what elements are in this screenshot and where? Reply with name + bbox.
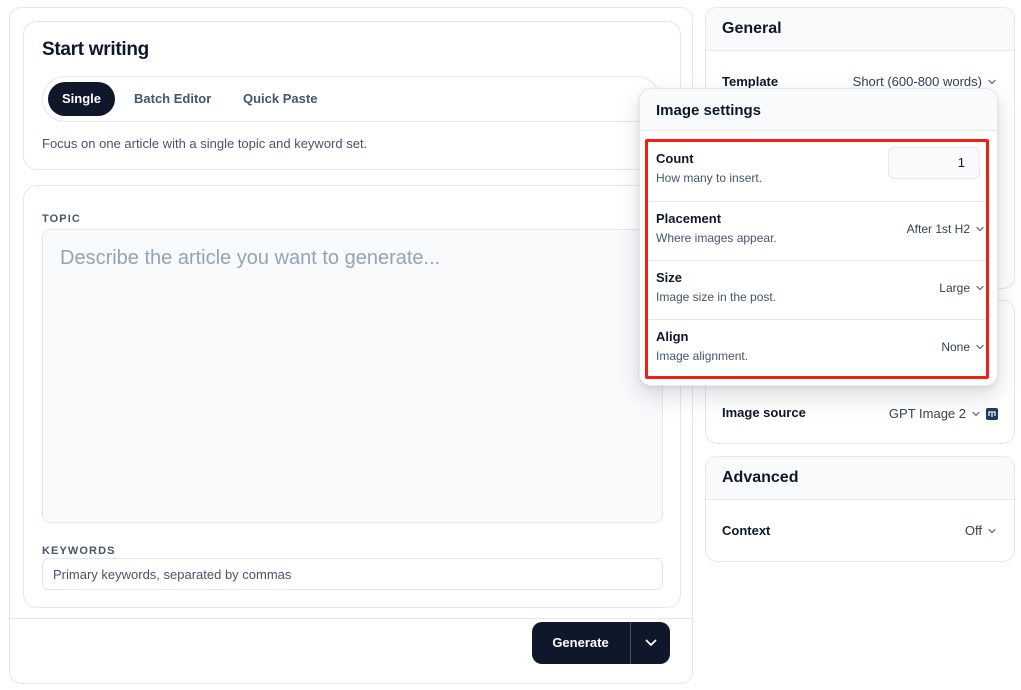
general-title: General xyxy=(722,20,782,37)
placement-select[interactable]: After 1st H2 xyxy=(907,222,984,236)
article-form-card: TOPIC Describe the article you want to g… xyxy=(23,185,681,608)
placement-label: Placement xyxy=(656,211,722,226)
chevron-down-icon xyxy=(976,344,984,350)
placement-value: After 1st H2 xyxy=(906,222,970,236)
template-select[interactable]: Short (600-800 words) xyxy=(853,74,996,89)
align-select[interactable]: None xyxy=(941,340,984,354)
image-settings-title: Image settings xyxy=(656,102,762,119)
image-source-label: Image source xyxy=(722,405,806,420)
image-model-icon xyxy=(986,407,998,420)
generate-button-label: Generate xyxy=(552,635,609,650)
align-row: Align Image alignment. None xyxy=(648,319,986,378)
keywords-placeholder: Primary keywords, separated by commas xyxy=(53,567,292,582)
context-label: Context xyxy=(722,523,771,538)
keywords-input[interactable]: Primary keywords, separated by commas xyxy=(42,558,663,590)
align-value: None xyxy=(941,340,970,354)
chevron-down-icon xyxy=(645,639,656,646)
size-row: Size Image size in the post. Large xyxy=(648,260,986,319)
chevron-down-icon xyxy=(972,411,980,416)
chevron-down-icon xyxy=(976,226,984,232)
size-select[interactable]: Large xyxy=(939,281,984,295)
size-value: Large xyxy=(939,281,970,295)
highlight-box: Count How many to insert. 1 Placement Wh… xyxy=(645,139,989,379)
advanced-title: Advanced xyxy=(722,469,799,486)
count-row: Count How many to insert. 1 xyxy=(648,142,986,201)
page-title: Start writing xyxy=(42,39,149,60)
placement-description: Where images appear. xyxy=(656,231,777,245)
count-description: How many to insert. xyxy=(656,171,763,185)
generate-options-button[interactable] xyxy=(631,622,670,664)
template-value: Short (600-800 words) xyxy=(852,74,982,89)
mode-tabs: Single Batch Editor Quick Paste xyxy=(42,76,660,122)
size-description: Image size in the post. xyxy=(656,290,777,304)
chevron-down-icon xyxy=(988,528,996,533)
footer-divider xyxy=(10,618,692,619)
main-panel: Start writing Single Batch Editor Quick … xyxy=(9,7,693,684)
keywords-label: KEYWORDS xyxy=(42,545,116,557)
size-label: Size xyxy=(656,270,683,285)
generate-button[interactable]: Generate xyxy=(532,622,670,664)
count-label: Count xyxy=(656,151,694,166)
topic-textarea[interactable]: Describe the article you want to generat… xyxy=(42,229,663,523)
image-settings-header: Image settings xyxy=(640,89,997,131)
start-writing-card: Start writing Single Batch Editor Quick … xyxy=(23,21,681,170)
context-value: Off xyxy=(964,523,982,538)
chevron-down-icon xyxy=(988,79,996,84)
tab-batch-editor[interactable]: Batch Editor xyxy=(120,82,225,116)
advanced-header: Advanced xyxy=(706,457,1014,500)
image-settings-popover: Image settings Count How many to insert.… xyxy=(639,88,998,386)
general-header: General xyxy=(706,8,1014,51)
image-source-value: GPT Image 2 xyxy=(888,406,966,421)
context-select[interactable]: Off xyxy=(965,523,996,538)
tab-quick-paste[interactable]: Quick Paste xyxy=(229,82,331,116)
chevron-down-icon xyxy=(976,285,984,291)
topic-placeholder: Describe the article you want to generat… xyxy=(60,247,441,269)
align-label: Align xyxy=(656,329,689,344)
template-label: Template xyxy=(722,74,779,89)
count-input[interactable]: 1 xyxy=(888,147,980,179)
align-description: Image alignment. xyxy=(656,349,749,363)
mode-description: Focus on one article with a single topic… xyxy=(42,136,368,151)
advanced-settings-card: Advanced Context Off xyxy=(705,456,1015,562)
image-source-select[interactable]: GPT Image 2 xyxy=(889,406,998,421)
tab-single[interactable]: Single xyxy=(48,82,116,116)
topic-label: TOPIC xyxy=(42,213,81,225)
placement-row: Placement Where images appear. After 1st… xyxy=(648,201,986,260)
